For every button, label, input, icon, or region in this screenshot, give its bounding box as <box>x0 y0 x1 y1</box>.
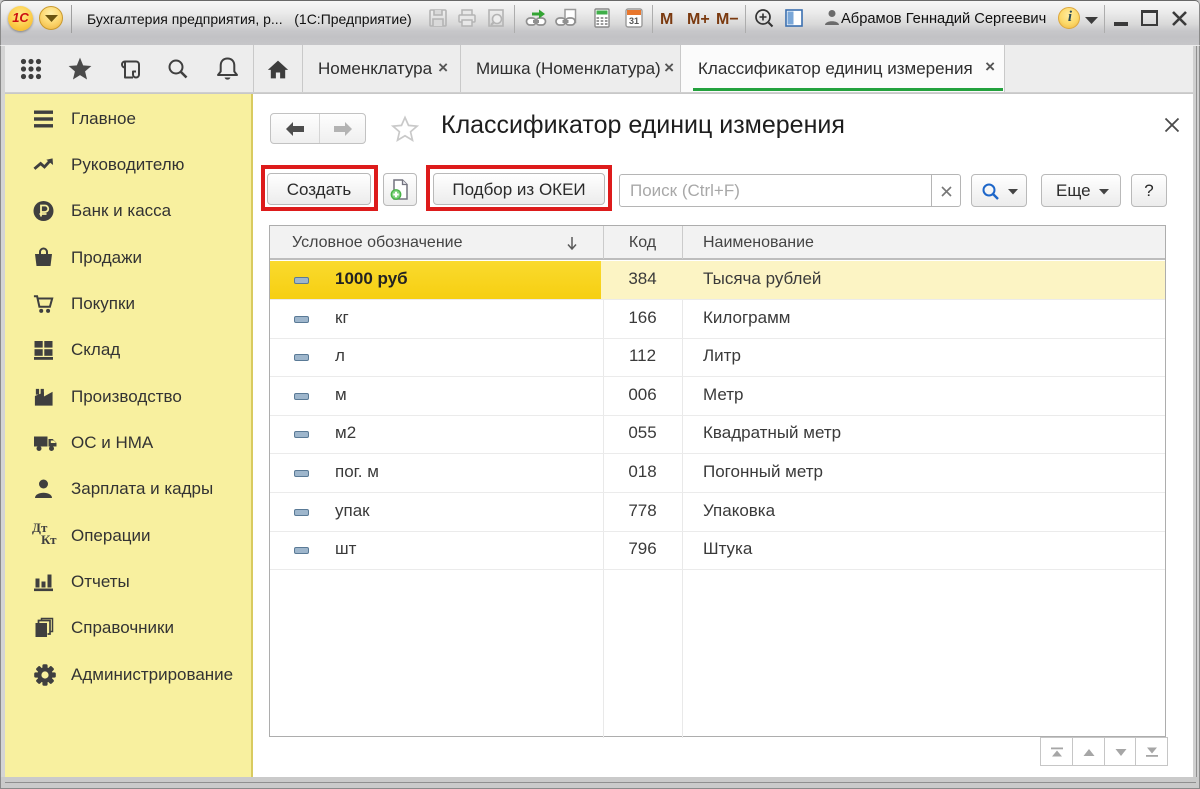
svg-text:31: 31 <box>629 16 639 26</box>
